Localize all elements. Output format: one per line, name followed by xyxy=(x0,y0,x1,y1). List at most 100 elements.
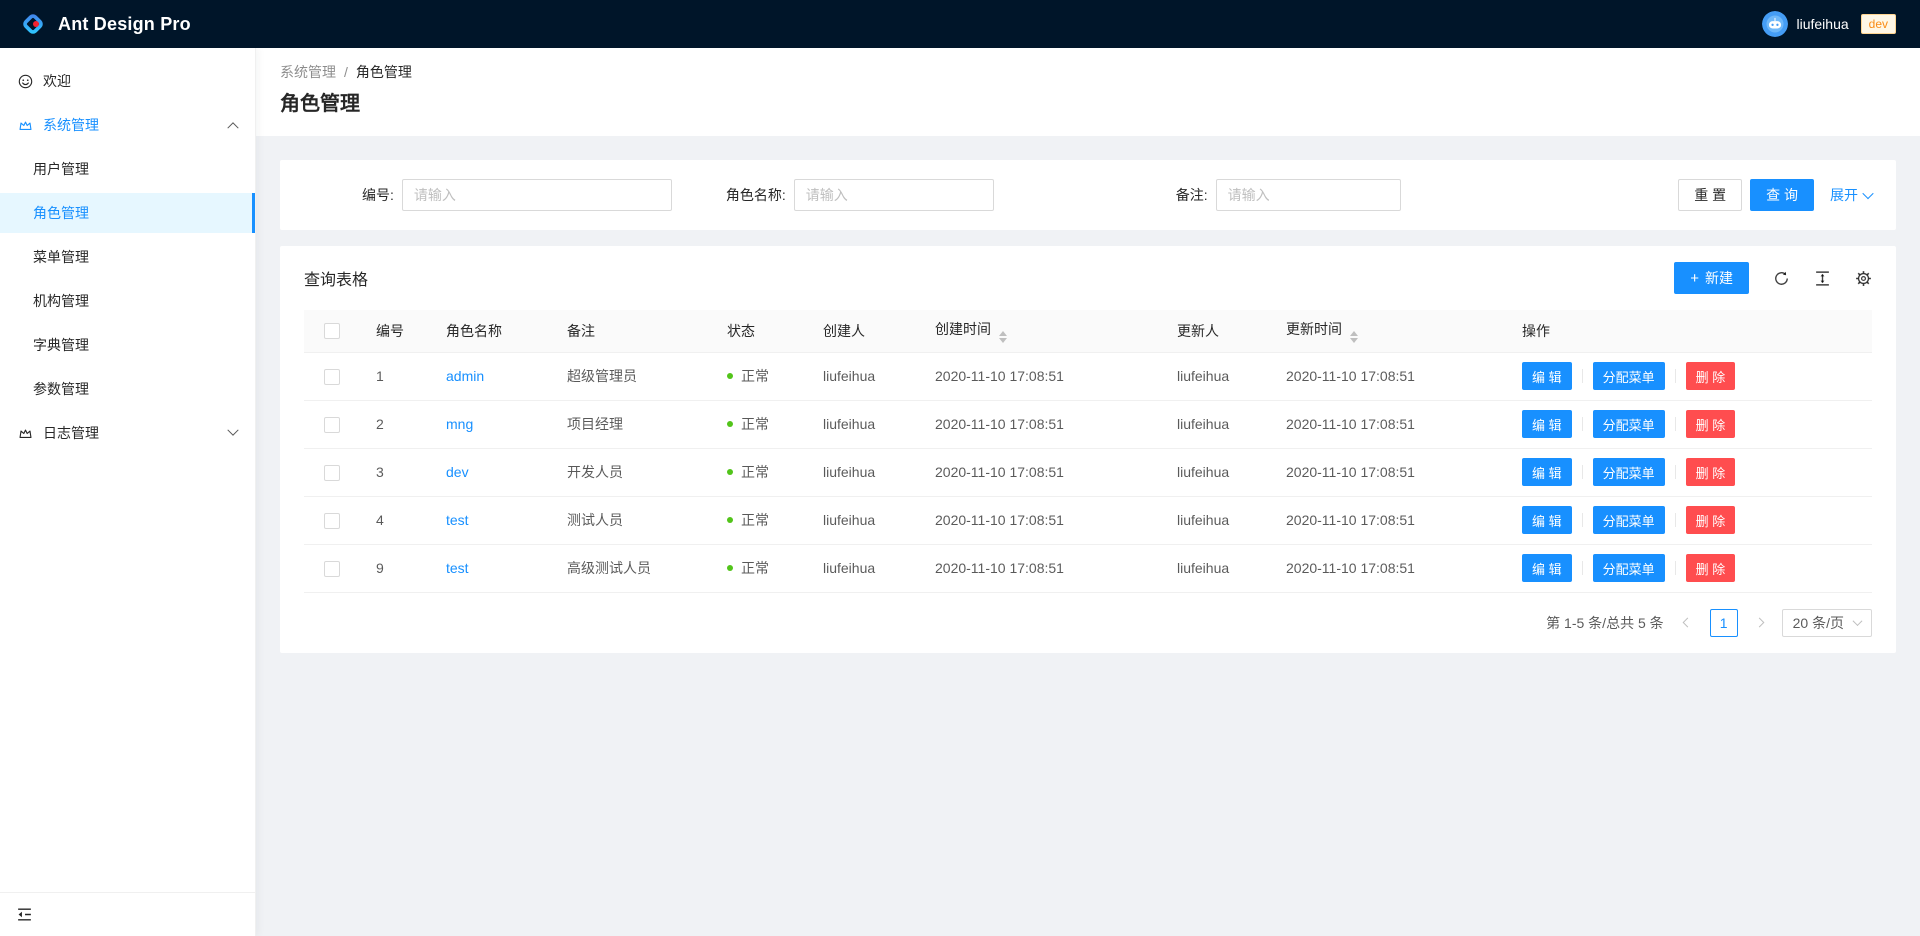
sidebar-item-dicts[interactable]: 字典管理 xyxy=(0,325,255,365)
page-header: 系统管理 / 角色管理 角色管理 xyxy=(256,48,1920,136)
edit-button[interactable]: 编 辑 xyxy=(1522,410,1572,438)
pagination-total: 第 1-5 条/总共 5 条 xyxy=(1546,613,1663,633)
status-text: 正常 xyxy=(741,510,769,530)
edit-button[interactable]: 编 辑 xyxy=(1522,554,1572,582)
prev-page-button[interactable] xyxy=(1674,609,1702,637)
user-menu[interactable]: liufeihua xyxy=(1762,11,1848,37)
role-name-link[interactable]: admin xyxy=(446,368,484,384)
sidebar-item-label: 用户管理 xyxy=(33,159,89,179)
page-number-1[interactable]: 1 xyxy=(1710,609,1738,637)
new-button-label: 新建 xyxy=(1705,268,1733,288)
role-name-link[interactable]: mng xyxy=(446,416,473,432)
delete-button[interactable]: 删 除 xyxy=(1686,506,1736,534)
divider xyxy=(1675,513,1676,527)
sidebar-item-roles[interactable]: 角色管理 xyxy=(0,193,255,233)
sidebar-item-welcome[interactable]: 欢迎 xyxy=(0,61,255,101)
sorter-icon[interactable] xyxy=(1350,331,1358,343)
menu-fold-icon[interactable] xyxy=(16,906,33,923)
sidebar-item-orgs[interactable]: 机构管理 xyxy=(0,281,255,321)
sidebar-item-params[interactable]: 参数管理 xyxy=(0,369,255,409)
settings-gear-icon[interactable] xyxy=(1855,270,1872,287)
assign-menu-button[interactable]: 分配菜单 xyxy=(1593,554,1665,582)
table-title: 查询表格 xyxy=(304,266,368,290)
divider xyxy=(1582,417,1583,431)
app-logo[interactable]: Ant Design Pro xyxy=(18,9,191,39)
row-checkbox[interactable] xyxy=(324,513,340,529)
sidebar-item-label: 字典管理 xyxy=(33,335,89,355)
chevron-right-icon xyxy=(1755,618,1765,628)
page-size-select[interactable]: 20 条/页 xyxy=(1782,609,1872,637)
cell-remark: 高级测试人员 xyxy=(551,544,711,592)
column-header-updater: 更新人 xyxy=(1161,310,1270,352)
env-tag: dev xyxy=(1861,14,1896,34)
assign-menu-button[interactable]: 分配菜单 xyxy=(1593,410,1665,438)
next-page-button[interactable] xyxy=(1746,609,1774,637)
sidebar-item-label: 日志管理 xyxy=(43,423,99,443)
avatar-icon xyxy=(1762,11,1788,37)
status-dot xyxy=(727,421,733,427)
column-header-creator: 创建人 xyxy=(807,310,919,352)
content-area: 编号: 角色名称: 备注: 重 置 查 询 展开 xyxy=(256,136,1920,677)
column-height-icon[interactable] xyxy=(1814,270,1831,287)
cell-id: 1 xyxy=(360,352,430,400)
row-checkbox[interactable] xyxy=(324,561,340,577)
chevron-down-icon xyxy=(1862,188,1873,199)
row-checkbox[interactable] xyxy=(324,369,340,385)
role-name-link[interactable]: dev xyxy=(446,464,469,480)
status-text: 正常 xyxy=(741,462,769,482)
delete-button[interactable]: 删 除 xyxy=(1686,458,1736,486)
sorter-icon[interactable] xyxy=(999,331,1007,343)
sidebar-item-system[interactable]: 系统管理 xyxy=(0,105,255,145)
sidebar-item-users[interactable]: 用户管理 xyxy=(0,149,255,189)
cell-creator: liufeihua xyxy=(807,496,919,544)
role-name-link[interactable]: test xyxy=(446,512,469,528)
crown-icon xyxy=(18,118,33,133)
reset-button[interactable]: 重 置 xyxy=(1678,179,1742,211)
cell-remark: 超级管理员 xyxy=(551,352,711,400)
sidebar-item-label: 参数管理 xyxy=(33,379,89,399)
query-button[interactable]: 查 询 xyxy=(1750,179,1814,211)
table-card: 查询表格 + 新建 xyxy=(280,246,1896,653)
remark-input[interactable] xyxy=(1216,179,1401,211)
breadcrumb-separator: / xyxy=(344,64,348,80)
reload-icon[interactable] xyxy=(1773,270,1790,287)
search-form-card: 编号: 角色名称: 备注: 重 置 查 询 展开 xyxy=(280,160,1896,230)
role-name-link[interactable]: test xyxy=(446,560,469,576)
edit-button[interactable]: 编 辑 xyxy=(1522,362,1572,390)
roles-table: 编号 角色名称 备注 状态 创建人 创建时间 更新人 更新时间 操作 xyxy=(304,310,1872,593)
sidebar-item-logs[interactable]: 日志管理 xyxy=(0,413,255,453)
column-header-status: 状态 xyxy=(711,310,807,352)
divider xyxy=(1582,465,1583,479)
table-row: 4 test 测试人员 正常 liufeihua 2020-11-10 17:0… xyxy=(304,496,1872,544)
table-row: 9 test 高级测试人员 正常 liufeihua 2020-11-10 17… xyxy=(304,544,1872,592)
cell-remark: 项目经理 xyxy=(551,400,711,448)
expand-link[interactable]: 展开 xyxy=(1830,185,1872,205)
user-name: liufeihua xyxy=(1796,16,1848,32)
chevron-down-icon xyxy=(1853,616,1863,626)
id-input[interactable] xyxy=(402,179,672,211)
delete-button[interactable]: 删 除 xyxy=(1686,410,1736,438)
search-field-id: 编号: xyxy=(362,179,672,211)
assign-menu-button[interactable]: 分配菜单 xyxy=(1593,458,1665,486)
column-header-remark: 备注 xyxy=(551,310,711,352)
assign-menu-button[interactable]: 分配菜单 xyxy=(1593,506,1665,534)
row-checkbox[interactable] xyxy=(324,417,340,433)
cell-id: 9 xyxy=(360,544,430,592)
role-name-input[interactable] xyxy=(794,179,994,211)
select-all-checkbox[interactable] xyxy=(324,323,340,339)
breadcrumb-parent[interactable]: 系统管理 xyxy=(280,62,336,82)
sidebar-item-label: 系统管理 xyxy=(43,115,99,135)
row-checkbox[interactable] xyxy=(324,465,340,481)
column-header-updated-time: 更新时间 xyxy=(1270,310,1506,352)
assign-menu-button[interactable]: 分配菜单 xyxy=(1593,362,1665,390)
edit-button[interactable]: 编 辑 xyxy=(1522,506,1572,534)
delete-button[interactable]: 删 除 xyxy=(1686,554,1736,582)
sidebar-item-menus[interactable]: 菜单管理 xyxy=(0,237,255,277)
delete-button[interactable]: 删 除 xyxy=(1686,362,1736,390)
divider xyxy=(1582,369,1583,383)
new-button[interactable]: + 新建 xyxy=(1674,262,1749,294)
edit-button[interactable]: 编 辑 xyxy=(1522,458,1572,486)
sidebar: 欢迎 系统管理 用户管理 角色管理 菜单管理 机构管理 字典管理 参数管理 xyxy=(0,48,256,936)
page-size-value: 20 条/页 xyxy=(1793,613,1844,633)
status-text: 正常 xyxy=(741,558,769,578)
